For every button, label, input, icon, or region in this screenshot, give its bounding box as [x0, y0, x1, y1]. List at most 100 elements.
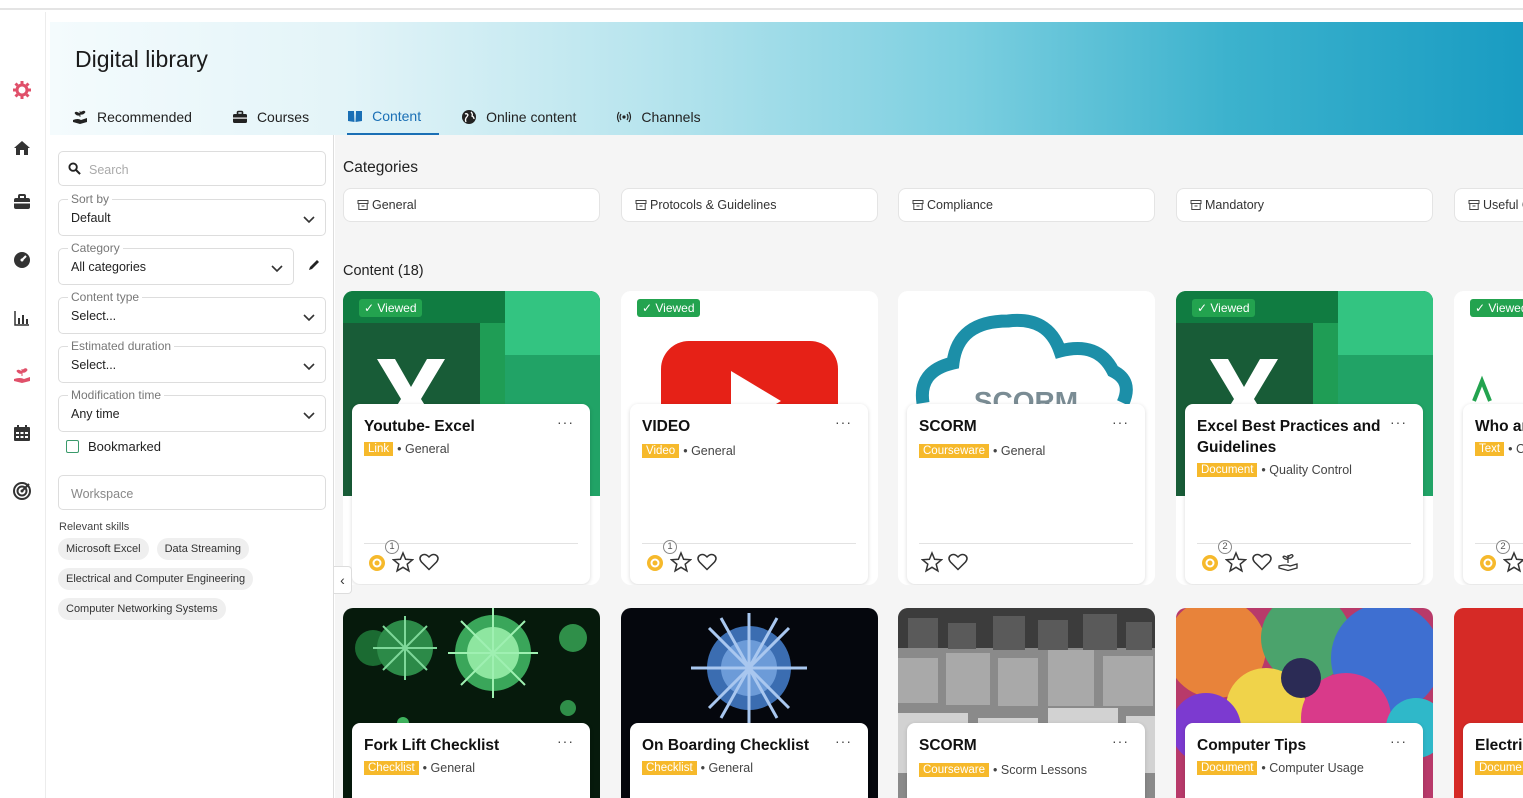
card-meta: Docume — [1475, 761, 1523, 775]
heart-icon[interactable] — [418, 551, 440, 573]
card-body: Fork Lift Checklist ··· Checklist • Gener… — [352, 723, 590, 798]
skill-chip[interactable]: Microsoft Excel — [58, 538, 149, 560]
bookmarked-checkbox[interactable]: Bookmarked — [66, 439, 161, 454]
gear-icon[interactable] — [10, 78, 34, 102]
tab-online-content[interactable]: Online content — [459, 98, 594, 135]
tab-content[interactable]: Content — [347, 98, 440, 135]
archive-icon — [912, 200, 924, 210]
more-options-icon[interactable]: ··· — [557, 414, 574, 430]
card-body: On Boarding Checklist ··· Checklist • Gen… — [630, 723, 868, 798]
skill-chip[interactable]: Data Streaming — [156, 538, 250, 560]
category-name: Mandatory — [1205, 198, 1265, 212]
skills-chip-list: Microsoft Excel Data Streaming Electrica… — [58, 538, 328, 620]
card-title: Electri — [1475, 737, 1523, 754]
more-options-icon[interactable]: ··· — [1112, 414, 1129, 430]
more-options-icon[interactable]: ··· — [557, 733, 574, 749]
card-meta: Document • Quality Control — [1197, 463, 1352, 477]
collapse-sidebar-button[interactable]: ‹ — [334, 566, 352, 594]
tab-label: Channels — [641, 108, 701, 125]
tab-recommended[interactable]: Recommended — [70, 98, 210, 135]
category-card[interactable]: General — [343, 188, 600, 222]
content-card[interactable]: ✓ Viewed Who ar Text• C 2 — [1454, 291, 1523, 585]
card-category: Scorm Lessons — [1000, 763, 1088, 777]
content-type-label: Content type — [68, 290, 143, 304]
header-banner: Digital library Recommended Courses Cont… — [50, 22, 1523, 135]
more-options-icon[interactable]: ··· — [1390, 414, 1407, 430]
skills-title: Relevant skills — [59, 521, 130, 533]
category-select[interactable]: Category All categories — [58, 241, 294, 285]
home-icon[interactable] — [10, 136, 34, 160]
card-meta: Text • C — [1475, 442, 1523, 456]
modification-time-select[interactable]: Modification time Any time — [58, 388, 326, 432]
star-icon[interactable] — [921, 551, 943, 573]
content-type-select[interactable]: Content type Select... — [58, 290, 326, 334]
tab-bar: Recommended Courses Content Online conte… — [70, 98, 739, 135]
card-title: On Boarding Checklist — [642, 737, 810, 754]
card-body: Youtube- Excel ··· Link • General 1 — [352, 404, 590, 584]
star-icon[interactable] — [392, 551, 414, 573]
workspace-input[interactable]: Workspace — [58, 475, 326, 510]
hand-plant-icon[interactable] — [1277, 551, 1299, 573]
search-input[interactable]: Search — [58, 151, 326, 186]
tab-label: Online content — [486, 108, 577, 125]
card-title: Computer Tips — [1197, 737, 1307, 754]
target-icon[interactable] — [10, 479, 34, 503]
category-card[interactable]: Protocols & Guidelines — [621, 188, 878, 222]
content-card[interactable]: Electri Docume — [1454, 608, 1523, 798]
hand-plant-icon[interactable] — [10, 363, 34, 387]
tab-label: Courses — [256, 108, 310, 125]
pencil-icon[interactable] — [306, 257, 322, 273]
more-options-icon[interactable]: ··· — [1112, 733, 1129, 749]
category-value: All categories — [71, 260, 147, 274]
card-title: SCORM — [919, 737, 977, 754]
skill-chip[interactable]: Computer Networking Systems — [58, 598, 226, 620]
category-card[interactable]: Mandatory — [1176, 188, 1433, 222]
more-options-icon[interactable]: ··· — [835, 414, 852, 430]
card-meta: Video • General — [642, 444, 736, 458]
calendar-icon[interactable] — [10, 421, 34, 445]
dashboard-icon[interactable] — [10, 248, 34, 272]
workspace-placeholder: Workspace — [71, 487, 134, 501]
heart-icon[interactable] — [696, 551, 718, 573]
star-icon[interactable] — [1503, 551, 1523, 573]
card-actions — [644, 551, 718, 573]
card-title: Who ar — [1475, 418, 1523, 435]
star-icon[interactable] — [1225, 551, 1247, 573]
checkbox-box[interactable] — [66, 440, 79, 453]
type-badge: Checklist — [642, 761, 697, 775]
content-card[interactable]: SCORM ··· Courseware • Scorm Lessons — [898, 608, 1155, 798]
card-category: Quality Control — [1269, 463, 1352, 477]
eye-viewed-icon — [647, 555, 663, 571]
globe-icon — [462, 109, 477, 124]
content-card[interactable]: On Boarding Checklist ··· Checklist • Gen… — [621, 608, 878, 798]
more-options-icon[interactable]: ··· — [1390, 733, 1407, 749]
bar-chart-icon[interactable] — [10, 306, 34, 330]
broadcast-icon — [617, 111, 632, 122]
skill-chip[interactable]: Electrical and Computer Engineering — [58, 568, 254, 590]
briefcase-icon[interactable] — [10, 190, 34, 214]
content-card[interactable]: SCORM SCORM ··· Courseware • General — [898, 291, 1155, 585]
card-title: Youtube- Excel — [364, 418, 475, 435]
star-icon[interactable] — [670, 551, 692, 573]
content-card[interactable]: ✓ Viewed Excel Best Practices and Guidel… — [1176, 291, 1433, 585]
card-category: Computer Usage — [1269, 761, 1364, 775]
tab-channels[interactable]: Channels — [614, 98, 718, 135]
heart-icon[interactable] — [947, 551, 969, 573]
card-body: VIDEO ··· Video • General 1 — [630, 404, 868, 584]
heart-icon[interactable] — [1251, 551, 1273, 573]
main-content: Categories General Protocols & Guideline… — [335, 135, 1523, 798]
sort-value: Default — [71, 211, 111, 225]
content-card[interactable]: ✓ Viewed VIDEO ··· Video • General 1 — [621, 291, 878, 585]
nav-rail — [0, 12, 46, 798]
category-card[interactable]: Useful G — [1454, 188, 1523, 222]
tab-courses[interactable]: Courses — [230, 98, 327, 135]
type-badge: Document — [1197, 463, 1258, 477]
content-card[interactable]: ✓ Viewed Youtube- Excel ··· Link • Genera… — [343, 291, 600, 585]
divider — [919, 543, 1133, 544]
content-card[interactable]: Computer Tips ··· Document • Computer Usa… — [1176, 608, 1433, 798]
content-card[interactable]: Fork Lift Checklist ··· Checklist • Gener… — [343, 608, 600, 798]
duration-select[interactable]: Estimated duration Select... — [58, 339, 326, 383]
more-options-icon[interactable]: ··· — [835, 733, 852, 749]
sort-select[interactable]: Sort by Default — [58, 192, 326, 236]
category-card[interactable]: Compliance — [898, 188, 1155, 222]
